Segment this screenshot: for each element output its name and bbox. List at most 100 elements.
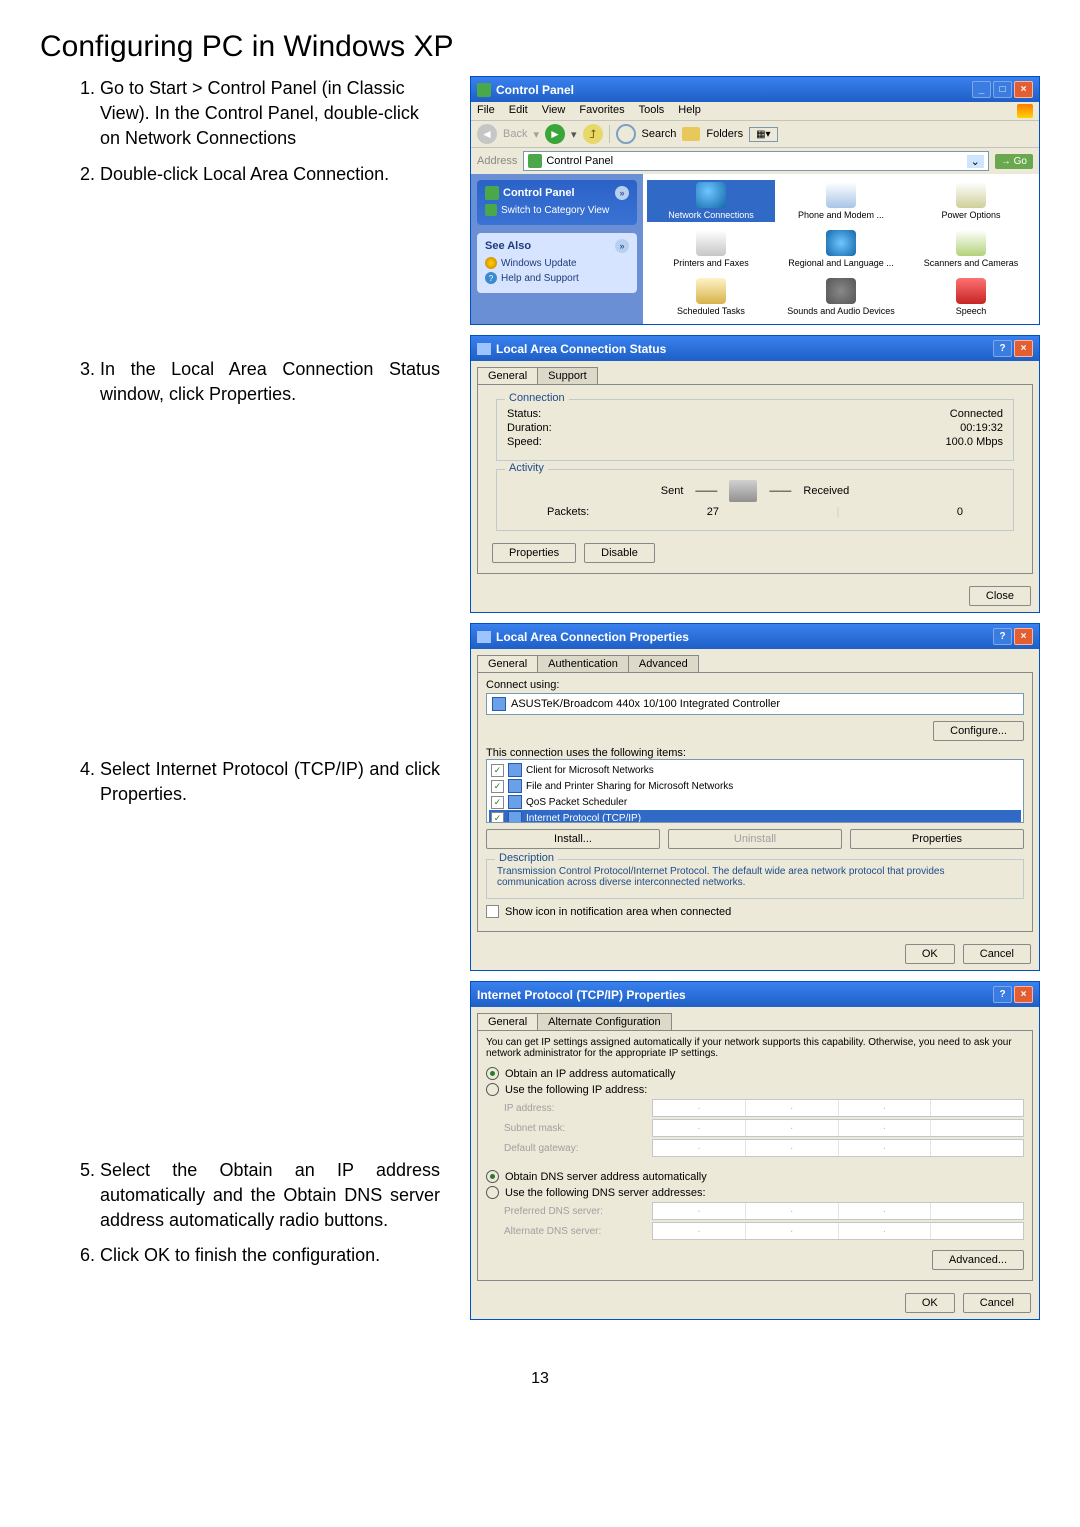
show-icon-checkbox[interactable]: [486, 905, 499, 918]
folders-icon[interactable]: [682, 127, 700, 141]
protocol-list[interactable]: ✓Client for Microsoft Networks ✓File and…: [486, 759, 1024, 823]
item-fileprint[interactable]: ✓File and Printer Sharing for Microsoft …: [489, 778, 1021, 794]
properties-button[interactable]: Properties: [850, 829, 1024, 849]
search-label[interactable]: Search: [642, 128, 677, 140]
folders-label[interactable]: Folders: [706, 128, 743, 140]
page-title: Configuring PC in Windows XP: [40, 30, 1040, 64]
printers-item[interactable]: Printers and Faxes: [647, 228, 775, 270]
scheduled-item[interactable]: Scheduled Tasks: [647, 276, 775, 318]
menu-favorites[interactable]: Favorites: [579, 104, 624, 118]
collapse-icon[interactable]: »: [615, 186, 629, 200]
properties-button[interactable]: Properties: [492, 543, 576, 563]
menu-help[interactable]: Help: [678, 104, 701, 118]
back-icon[interactable]: ◄: [477, 124, 497, 144]
lac-status-titlebar[interactable]: Local Area Connection Status ? ×: [471, 336, 1039, 361]
tab-general[interactable]: General: [477, 655, 538, 672]
help-button[interactable]: ?: [993, 986, 1012, 1003]
close-dialog-button[interactable]: Close: [969, 586, 1031, 606]
speech-item[interactable]: Speech: [907, 276, 1035, 318]
item-tcpip[interactable]: ✓Internet Protocol (TCP/IP): [489, 810, 1021, 823]
cancel-button[interactable]: Cancel: [963, 944, 1031, 964]
disable-button[interactable]: Disable: [584, 543, 655, 563]
tab-general[interactable]: General: [477, 1013, 538, 1030]
minimize-button[interactable]: _: [972, 81, 991, 98]
control-panel-titlebar[interactable]: Control Panel _ □ ×: [471, 77, 1039, 102]
item-qos[interactable]: ✓QoS Packet Scheduler: [489, 794, 1021, 810]
ok-button[interactable]: OK: [905, 1293, 955, 1313]
menu-view[interactable]: View: [542, 104, 566, 118]
item-client[interactable]: ✓Client for Microsoft Networks: [489, 762, 1021, 778]
control-panel-icon: [477, 83, 491, 97]
help-icon: ?: [485, 272, 497, 284]
uninstall-button[interactable]: Uninstall: [668, 829, 842, 849]
tcpip-icon: [508, 811, 522, 823]
obtain-ip-radio[interactable]: [486, 1067, 499, 1080]
help-button[interactable]: ?: [993, 628, 1012, 645]
tab-general[interactable]: General: [477, 367, 538, 384]
cancel-button[interactable]: Cancel: [963, 1293, 1031, 1313]
received-label: Received: [803, 485, 849, 497]
lac-status-title: Local Area Connection Status: [496, 342, 666, 356]
close-button[interactable]: ×: [1014, 628, 1033, 645]
obtain-dns-label: Obtain DNS server address automatically: [505, 1171, 707, 1183]
use-ip-label: Use the following IP address:: [505, 1084, 647, 1096]
adapter-icon: [492, 697, 506, 711]
close-button[interactable]: ×: [1014, 986, 1033, 1003]
step-4: Select Internet Protocol (TCP/IP) and cl…: [100, 757, 440, 807]
switch-view-icon: [485, 204, 497, 216]
lac-props-titlebar[interactable]: Local Area Connection Properties ? ×: [471, 624, 1039, 649]
maximize-button[interactable]: □: [993, 81, 1012, 98]
switch-view-link[interactable]: Switch to Category View: [485, 204, 629, 216]
ok-button[interactable]: OK: [905, 944, 955, 964]
menu-tools[interactable]: Tools: [639, 104, 665, 118]
step-5: Select the Obtain an IP address automati…: [100, 1158, 440, 1234]
search-icon[interactable]: [616, 124, 636, 144]
up-icon[interactable]: ⮥: [583, 124, 603, 144]
close-button[interactable]: ×: [1014, 340, 1033, 357]
icon-grid: Network Connections Phone and Modem ... …: [643, 174, 1039, 324]
tcpip-titlebar[interactable]: Internet Protocol (TCP/IP) Properties ? …: [471, 982, 1039, 1007]
lac-props-window: Local Area Connection Properties ? × Gen…: [470, 623, 1040, 971]
lac-props-title: Local Area Connection Properties: [496, 630, 689, 644]
mask-input[interactable]: ...: [652, 1119, 1024, 1137]
address-dropdown-icon[interactable]: ⌄: [967, 155, 984, 168]
install-button[interactable]: Install...: [486, 829, 660, 849]
help-support-link[interactable]: ? Help and Support: [485, 272, 629, 284]
desc-title: Description: [495, 852, 558, 864]
power-options-item[interactable]: Power Options: [907, 180, 1035, 222]
pdns-input[interactable]: ...: [652, 1202, 1024, 1220]
tab-auth[interactable]: Authentication: [537, 655, 629, 672]
forward-icon[interactable]: ►: [545, 124, 565, 144]
menu-file[interactable]: File: [477, 104, 495, 118]
collapse-icon[interactable]: »: [615, 239, 629, 253]
regional-item[interactable]: Regional and Language ...: [777, 228, 905, 270]
tab-support[interactable]: Support: [537, 367, 598, 384]
help-button[interactable]: ?: [993, 340, 1012, 357]
control-panel-window: Control Panel _ □ × File Edit View Favor…: [470, 76, 1040, 325]
ip-input[interactable]: ...: [652, 1099, 1024, 1117]
sidebar-cp-title: Control Panel: [503, 187, 575, 199]
network-connections-item[interactable]: Network Connections: [647, 180, 775, 222]
go-button[interactable]: → Go: [995, 154, 1033, 169]
use-dns-radio[interactable]: [486, 1186, 499, 1199]
step-1: Go to Start > Control Panel (in Classic …: [100, 76, 440, 152]
address-input[interactable]: Control Panel ⌄: [523, 151, 989, 171]
menu-edit[interactable]: Edit: [509, 104, 528, 118]
phone-modem-item[interactable]: Phone and Modem ...: [777, 180, 905, 222]
sounds-item[interactable]: Sounds and Audio Devices: [777, 276, 905, 318]
tab-alt[interactable]: Alternate Configuration: [537, 1013, 672, 1030]
close-button[interactable]: ×: [1014, 81, 1033, 98]
use-ip-radio[interactable]: [486, 1083, 499, 1096]
views-button[interactable]: ▦▾: [749, 127, 777, 142]
configure-button[interactable]: Configure...: [933, 721, 1024, 741]
adns-input[interactable]: ...: [652, 1222, 1024, 1240]
tab-adv[interactable]: Advanced: [628, 655, 699, 672]
back-label[interactable]: Back: [503, 128, 527, 140]
advanced-button[interactable]: Advanced...: [932, 1250, 1024, 1270]
activity-icon: [729, 480, 757, 502]
obtain-dns-radio[interactable]: [486, 1170, 499, 1183]
scanners-item[interactable]: Scanners and Cameras: [907, 228, 1035, 270]
gw-input[interactable]: ...: [652, 1139, 1024, 1157]
windows-update-link[interactable]: Windows Update: [485, 257, 629, 269]
ip-label: IP address:: [504, 1103, 644, 1114]
